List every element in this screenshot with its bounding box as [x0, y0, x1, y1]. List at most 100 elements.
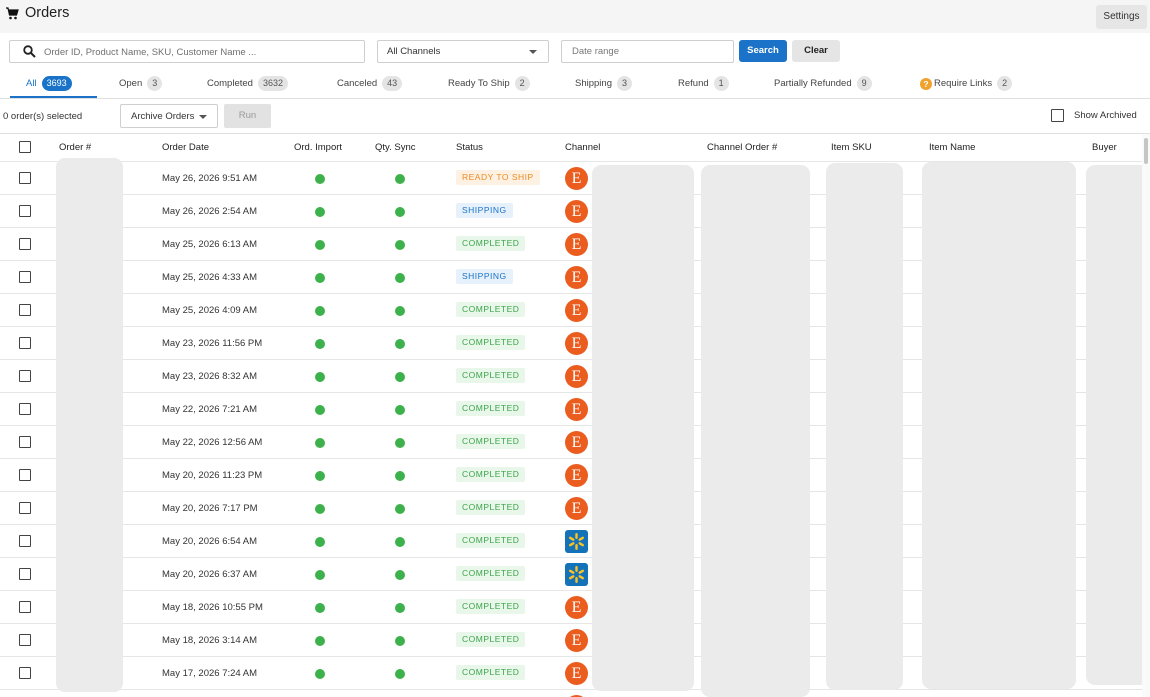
- row-checkbox[interactable]: [19, 403, 31, 415]
- tab-completed[interactable]: Completed 3632: [207, 74, 288, 93]
- column-header-ord-import[interactable]: Ord. Import: [294, 142, 342, 153]
- table-scrollbar-thumb[interactable]: [1144, 138, 1148, 164]
- row-checkbox[interactable]: [19, 436, 31, 448]
- tab-count-badge: 3632: [257, 76, 288, 91]
- select-all-checkbox[interactable]: [19, 141, 31, 153]
- date-range-input[interactable]: Date range: [561, 40, 734, 63]
- import-status-dot-icon: [315, 537, 325, 547]
- tab-partially-refunded[interactable]: Partially Refunded 9: [774, 74, 872, 93]
- status-badge: COMPLETED: [456, 434, 526, 449]
- clear-button[interactable]: Clear: [792, 40, 840, 62]
- row-checkbox[interactable]: [19, 634, 31, 646]
- order-date: May 17, 2026 7:24 AM: [162, 668, 258, 679]
- sync-status-dot-icon: [395, 504, 405, 514]
- column-header-channel[interactable]: Channel: [565, 142, 600, 153]
- bulk-action-select[interactable]: Archive Orders: [120, 104, 218, 128]
- row-checkbox[interactable]: [19, 238, 31, 250]
- row-checkbox[interactable]: [19, 172, 31, 184]
- walmart-channel-icon: [565, 563, 588, 586]
- sync-status-dot-icon: [395, 174, 405, 184]
- etsy-channel-icon: E: [565, 167, 588, 190]
- tab-canceled[interactable]: Canceled 43: [337, 74, 403, 93]
- tab-ready-to-ship[interactable]: Ready To Ship 2: [448, 74, 530, 93]
- order-date: May 25, 2026 6:13 AM: [162, 239, 258, 250]
- row-checkbox[interactable]: [19, 271, 31, 283]
- row-checkbox[interactable]: [19, 601, 31, 613]
- tab-label: Shipping: [575, 78, 612, 89]
- row-checkbox[interactable]: [19, 337, 31, 349]
- tab-count-badge: 1: [713, 76, 729, 91]
- import-status-dot-icon: [315, 636, 325, 646]
- status-badge: COMPLETED: [456, 665, 526, 680]
- settings-button[interactable]: Settings: [1096, 5, 1147, 29]
- column-header-item-name[interactable]: Item Name: [929, 142, 975, 153]
- redacted-item-names: [922, 162, 1076, 689]
- search-button[interactable]: Search: [739, 40, 787, 62]
- tab-count-badge: 2: [514, 76, 530, 91]
- channel-select-value: All Channels: [387, 46, 441, 57]
- etsy-channel-icon: E: [565, 596, 588, 619]
- page-title: Orders: [25, 5, 70, 21]
- etsy-channel-icon: E: [565, 431, 588, 454]
- search-input[interactable]: [44, 44, 354, 60]
- etsy-channel-icon: E: [565, 629, 588, 652]
- sync-status-dot-icon: [395, 570, 405, 580]
- column-header-buyer[interactable]: Buyer: [1092, 142, 1117, 153]
- tab-label: Canceled: [337, 78, 378, 89]
- import-status-dot-icon: [315, 405, 325, 415]
- column-header-status[interactable]: Status: [456, 142, 483, 153]
- sync-status-dot-icon: [395, 438, 405, 448]
- import-status-dot-icon: [315, 240, 325, 250]
- status-badge: COMPLETED: [456, 236, 526, 251]
- sync-status-dot-icon: [395, 471, 405, 481]
- column-header-channel-order-number[interactable]: Channel Order #: [707, 142, 777, 153]
- tab-require-links[interactable]: ? Require Links 2: [920, 74, 1013, 93]
- table-row[interactable]: E: [0, 689, 1142, 697]
- tab-refund[interactable]: Refund 1: [678, 74, 729, 93]
- search-icon: [23, 45, 36, 58]
- sync-status-dot-icon: [395, 207, 405, 217]
- import-status-dot-icon: [315, 471, 325, 481]
- channel-select[interactable]: All Channels: [377, 40, 549, 63]
- sync-status-dot-icon: [395, 603, 405, 613]
- column-header-order-number[interactable]: Order #: [59, 142, 91, 153]
- tab-all[interactable]: All 3693: [26, 74, 72, 93]
- row-checkbox[interactable]: [19, 205, 31, 217]
- tab-label: Refund: [678, 78, 709, 89]
- row-checkbox[interactable]: [19, 667, 31, 679]
- tab-shipping[interactable]: Shipping 3: [575, 74, 632, 93]
- sync-status-dot-icon: [395, 669, 405, 679]
- walmart-channel-icon: [565, 530, 588, 553]
- status-badge: COMPLETED: [456, 566, 526, 581]
- order-date: May 22, 2026 7:21 AM: [162, 404, 258, 415]
- sync-status-dot-icon: [395, 306, 405, 316]
- sync-status-dot-icon: [395, 636, 405, 646]
- etsy-channel-icon: E: [565, 266, 588, 289]
- import-status-dot-icon: [315, 570, 325, 580]
- order-date: May 18, 2026 3:14 AM: [162, 635, 258, 646]
- tab-count-badge: 43: [382, 76, 403, 91]
- order-date: May 20, 2026 7:17 PM: [162, 503, 258, 514]
- column-header-order-date[interactable]: Order Date: [162, 142, 209, 153]
- table-scrollbar[interactable]: [1142, 134, 1150, 697]
- search-box[interactable]: [9, 40, 365, 63]
- run-button[interactable]: Run: [224, 104, 271, 128]
- status-badge: COMPLETED: [456, 302, 526, 317]
- row-checkbox[interactable]: [19, 502, 31, 514]
- show-archived-checkbox[interactable]: [1051, 109, 1064, 122]
- row-checkbox[interactable]: [19, 535, 31, 547]
- sync-status-dot-icon: [395, 339, 405, 349]
- row-checkbox[interactable]: [19, 370, 31, 382]
- row-checkbox[interactable]: [19, 568, 31, 580]
- redacted-channel-info: [592, 165, 694, 691]
- tab-count-badge: 9: [856, 76, 872, 91]
- column-header-item-sku[interactable]: Item SKU: [831, 142, 872, 153]
- tab-count-badge: 3: [616, 76, 632, 91]
- import-status-dot-icon: [315, 273, 325, 283]
- row-checkbox[interactable]: [19, 304, 31, 316]
- etsy-channel-icon: E: [565, 299, 588, 322]
- column-header-qty-sync[interactable]: Qty. Sync: [375, 142, 415, 153]
- tab-count-badge: 3693: [41, 76, 72, 91]
- tab-open[interactable]: Open 3: [119, 74, 163, 93]
- row-checkbox[interactable]: [19, 469, 31, 481]
